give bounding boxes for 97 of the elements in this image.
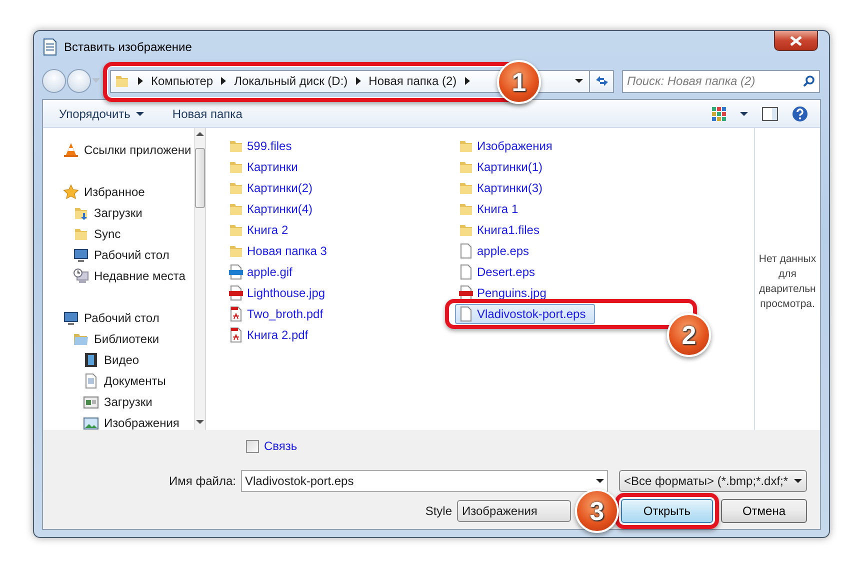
- folder-icon: [114, 73, 130, 89]
- document-icon: [42, 38, 58, 56]
- pane-icon: [762, 106, 778, 120]
- filename-field[interactable]: Vladivostok-port.eps: [241, 470, 608, 492]
- preview-message: для: [778, 266, 796, 282]
- search-field[interactable]: Поиск: Новая папка (2): [622, 70, 820, 92]
- document-icon: [83, 372, 99, 388]
- grid-view-icon: [712, 106, 726, 120]
- file-item[interactable]: apple.gif: [225, 262, 296, 282]
- image-file-icon: [458, 284, 474, 300]
- nav-item[interactable]: Изображения: [43, 412, 194, 430]
- preview-message: просмотра.: [760, 296, 815, 312]
- window-title: Вставить изображение: [64, 39, 192, 56]
- file-item[interactable]: Картинки: [225, 156, 301, 176]
- nav-item[interactable]: Библиотеки: [43, 328, 194, 349]
- film-strip-icon: [83, 352, 99, 368]
- nav-item[interactable]: Избранное: [43, 181, 194, 202]
- file-item[interactable]: Two_broth.pdf: [225, 304, 326, 324]
- nav-item[interactable]: Документы: [43, 370, 194, 391]
- chevron-icon: [464, 77, 470, 85]
- file-item[interactable]: Lighthouse.jpg: [225, 282, 328, 302]
- monitor-icon: [63, 310, 79, 326]
- caret-icon: [136, 112, 144, 116]
- window-icon: [83, 394, 99, 410]
- close-button[interactable]: [774, 31, 818, 51]
- style-dropdown[interactable]: Изображения: [457, 500, 571, 522]
- file-item[interactable]: Изображения: [455, 136, 556, 156]
- file-item[interactable]: Книга1.files: [455, 220, 542, 240]
- checkbox-label[interactable]: Связь: [264, 437, 298, 455]
- file-item[interactable]: apple.eps: [455, 240, 532, 260]
- chevron-icon: [138, 77, 143, 85]
- monitor-icon: [73, 246, 89, 262]
- file-item[interactable]: Penguins.jpg: [455, 282, 550, 302]
- file-item[interactable]: Картинки(3): [455, 178, 546, 198]
- scrollbar[interactable]: [194, 128, 206, 430]
- pdf-file-icon: [228, 326, 244, 342]
- caret-icon: [575, 79, 583, 83]
- help-icon: [792, 106, 808, 122]
- dialog-button[interactable]: Открыть: [621, 499, 713, 523]
- close-icon: [790, 36, 802, 46]
- star-icon: [63, 184, 79, 200]
- view-button[interactable]: [712, 106, 748, 120]
- breadcrumb-item[interactable]: Компьютер: [151, 72, 214, 90]
- nav-item[interactable]: Ссылки приложени: [43, 139, 194, 160]
- file-item[interactable]: Книга 1: [455, 198, 522, 218]
- nav-item[interactable]: Видео: [43, 349, 194, 370]
- link-checkbox[interactable]: [246, 440, 259, 452]
- search-icon: [803, 74, 815, 86]
- nav-item[interactable]: Рабочий стол: [43, 307, 194, 328]
- scroll-up-icon: [196, 132, 204, 136]
- file-type-dropdown[interactable]: <Все форматы> (*.bmp;*.dxf;*: [619, 470, 807, 492]
- file-item[interactable]: Desert.eps: [455, 262, 538, 282]
- file-item[interactable]: Книга 2: [225, 220, 292, 240]
- chevron-icon: [356, 77, 361, 85]
- caret-icon: [794, 479, 802, 483]
- toolbar-button[interactable]: Новая папка: [164, 102, 250, 126]
- chevron-icon: [221, 77, 226, 85]
- filename-label: Имя файла:: [169, 473, 236, 490]
- scrollbar-thumb[interactable]: [195, 148, 205, 208]
- caret-icon: [740, 112, 748, 116]
- file-item[interactable]: Картинки(1): [455, 156, 546, 176]
- file-item[interactable]: Картинки(2): [225, 178, 316, 198]
- step-marker: 3: [575, 489, 619, 533]
- traffic-cone-icon: [63, 142, 79, 158]
- nav-item[interactable]: Загрузки: [43, 202, 194, 223]
- file-item[interactable]: Vladivostok-port.eps: [455, 304, 595, 324]
- step-marker: 2: [667, 313, 711, 357]
- file-icon: [458, 264, 474, 280]
- preview-message: дварительн: [759, 282, 816, 296]
- preview-message: Нет данных: [758, 252, 816, 266]
- file-item[interactable]: 599.files: [225, 136, 295, 156]
- dialog-button[interactable]: Отмена: [721, 499, 807, 523]
- file-icon: [458, 242, 474, 258]
- nav-item[interactable]: Sync: [43, 223, 194, 244]
- image-file-icon: [228, 264, 244, 280]
- pdf-file-icon: [228, 306, 244, 322]
- style-label: Style: [425, 503, 452, 520]
- file-item[interactable]: Книга 2.pdf: [225, 324, 312, 344]
- computer-clock-icon: [73, 268, 89, 284]
- nav-item[interactable]: Рабочий стол: [43, 244, 194, 265]
- refresh-button[interactable]: [590, 70, 614, 92]
- nav-item[interactable]: Загрузки: [43, 391, 194, 412]
- help-button[interactable]: [792, 106, 808, 122]
- landscape-icon: [83, 414, 99, 430]
- file-item[interactable]: Картинки(4): [225, 198, 316, 218]
- file-icon: [458, 306, 474, 322]
- toolbar-button[interactable]: Упорядочить: [51, 102, 152, 126]
- image-file-icon: [228, 284, 244, 300]
- nav-item[interactable]: Недавние места: [43, 265, 194, 286]
- breadcrumb-item[interactable]: Локальный диск (D:): [234, 72, 348, 90]
- scroll-down-icon: [196, 420, 204, 424]
- caret-icon: [596, 479, 604, 483]
- preview-pane-button[interactable]: [762, 106, 778, 120]
- refresh-icon: [594, 75, 608, 87]
- caret-icon: [92, 78, 100, 84]
- file-item[interactable]: Новая папка 3: [225, 240, 330, 260]
- breadcrumb-item[interactable]: Новая папка (2): [368, 72, 457, 90]
